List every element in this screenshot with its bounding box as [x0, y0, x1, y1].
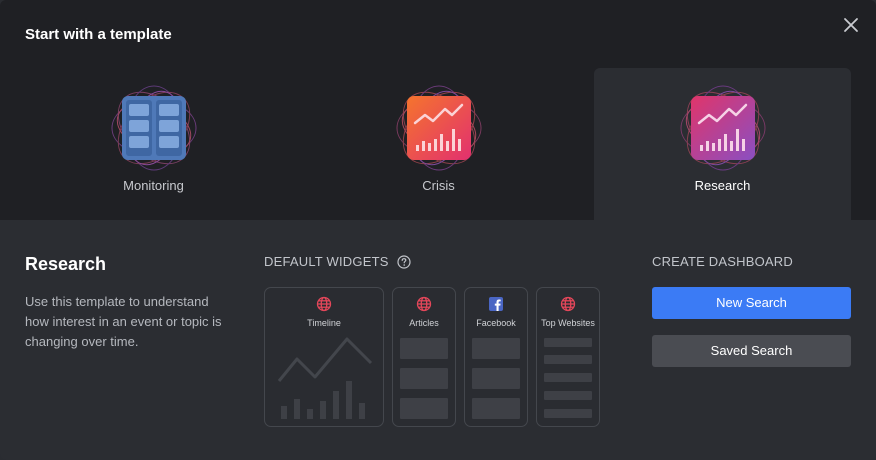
facebook-icon: [489, 297, 503, 311]
widget-timeline: Timeline: [264, 287, 384, 427]
globe-icon: [316, 296, 332, 312]
saved-search-button[interactable]: Saved Search: [652, 335, 851, 367]
widget-label: Facebook: [476, 318, 516, 328]
widget-top-websites: Top Websites: [536, 287, 600, 427]
widget-articles: Articles: [392, 287, 456, 427]
widget-label: Top Websites: [541, 318, 595, 328]
widget-label: Articles: [409, 318, 439, 328]
widget-facebook: Facebook: [464, 287, 528, 427]
default-widgets-heading: DEFAULT WIDGETS: [264, 254, 411, 269]
template-description: Use this template to understand how inte…: [25, 294, 222, 349]
crisis-icon: [396, 85, 481, 171]
template-research[interactable]: Research: [594, 68, 851, 220]
default-widgets-label: DEFAULT WIDGETS: [264, 254, 389, 269]
template-title: Research: [25, 254, 107, 274]
template-label: Research: [694, 178, 751, 193]
template-dialog: Start with a template Monitoring Crisis …: [0, 0, 876, 460]
template-crisis[interactable]: Crisis: [310, 68, 567, 220]
close-icon[interactable]: [842, 16, 860, 34]
new-search-button[interactable]: New Search: [652, 287, 851, 319]
globe-icon: [416, 296, 432, 312]
dialog-title: Start with a template: [25, 26, 172, 43]
template-monitoring[interactable]: Monitoring: [25, 68, 282, 220]
template-label: Monitoring: [123, 178, 184, 193]
template-label: Crisis: [422, 178, 455, 193]
widget-label: Timeline: [307, 318, 341, 328]
template-picker: Start with a template Monitoring Crisis …: [0, 0, 876, 220]
help-icon[interactable]: [396, 254, 411, 269]
globe-icon: [560, 296, 576, 312]
monitoring-icon: [111, 85, 196, 171]
research-icon: [680, 85, 765, 171]
timeline-preview: [277, 337, 373, 419]
create-dashboard-heading: CREATE DASHBOARD: [652, 254, 793, 269]
